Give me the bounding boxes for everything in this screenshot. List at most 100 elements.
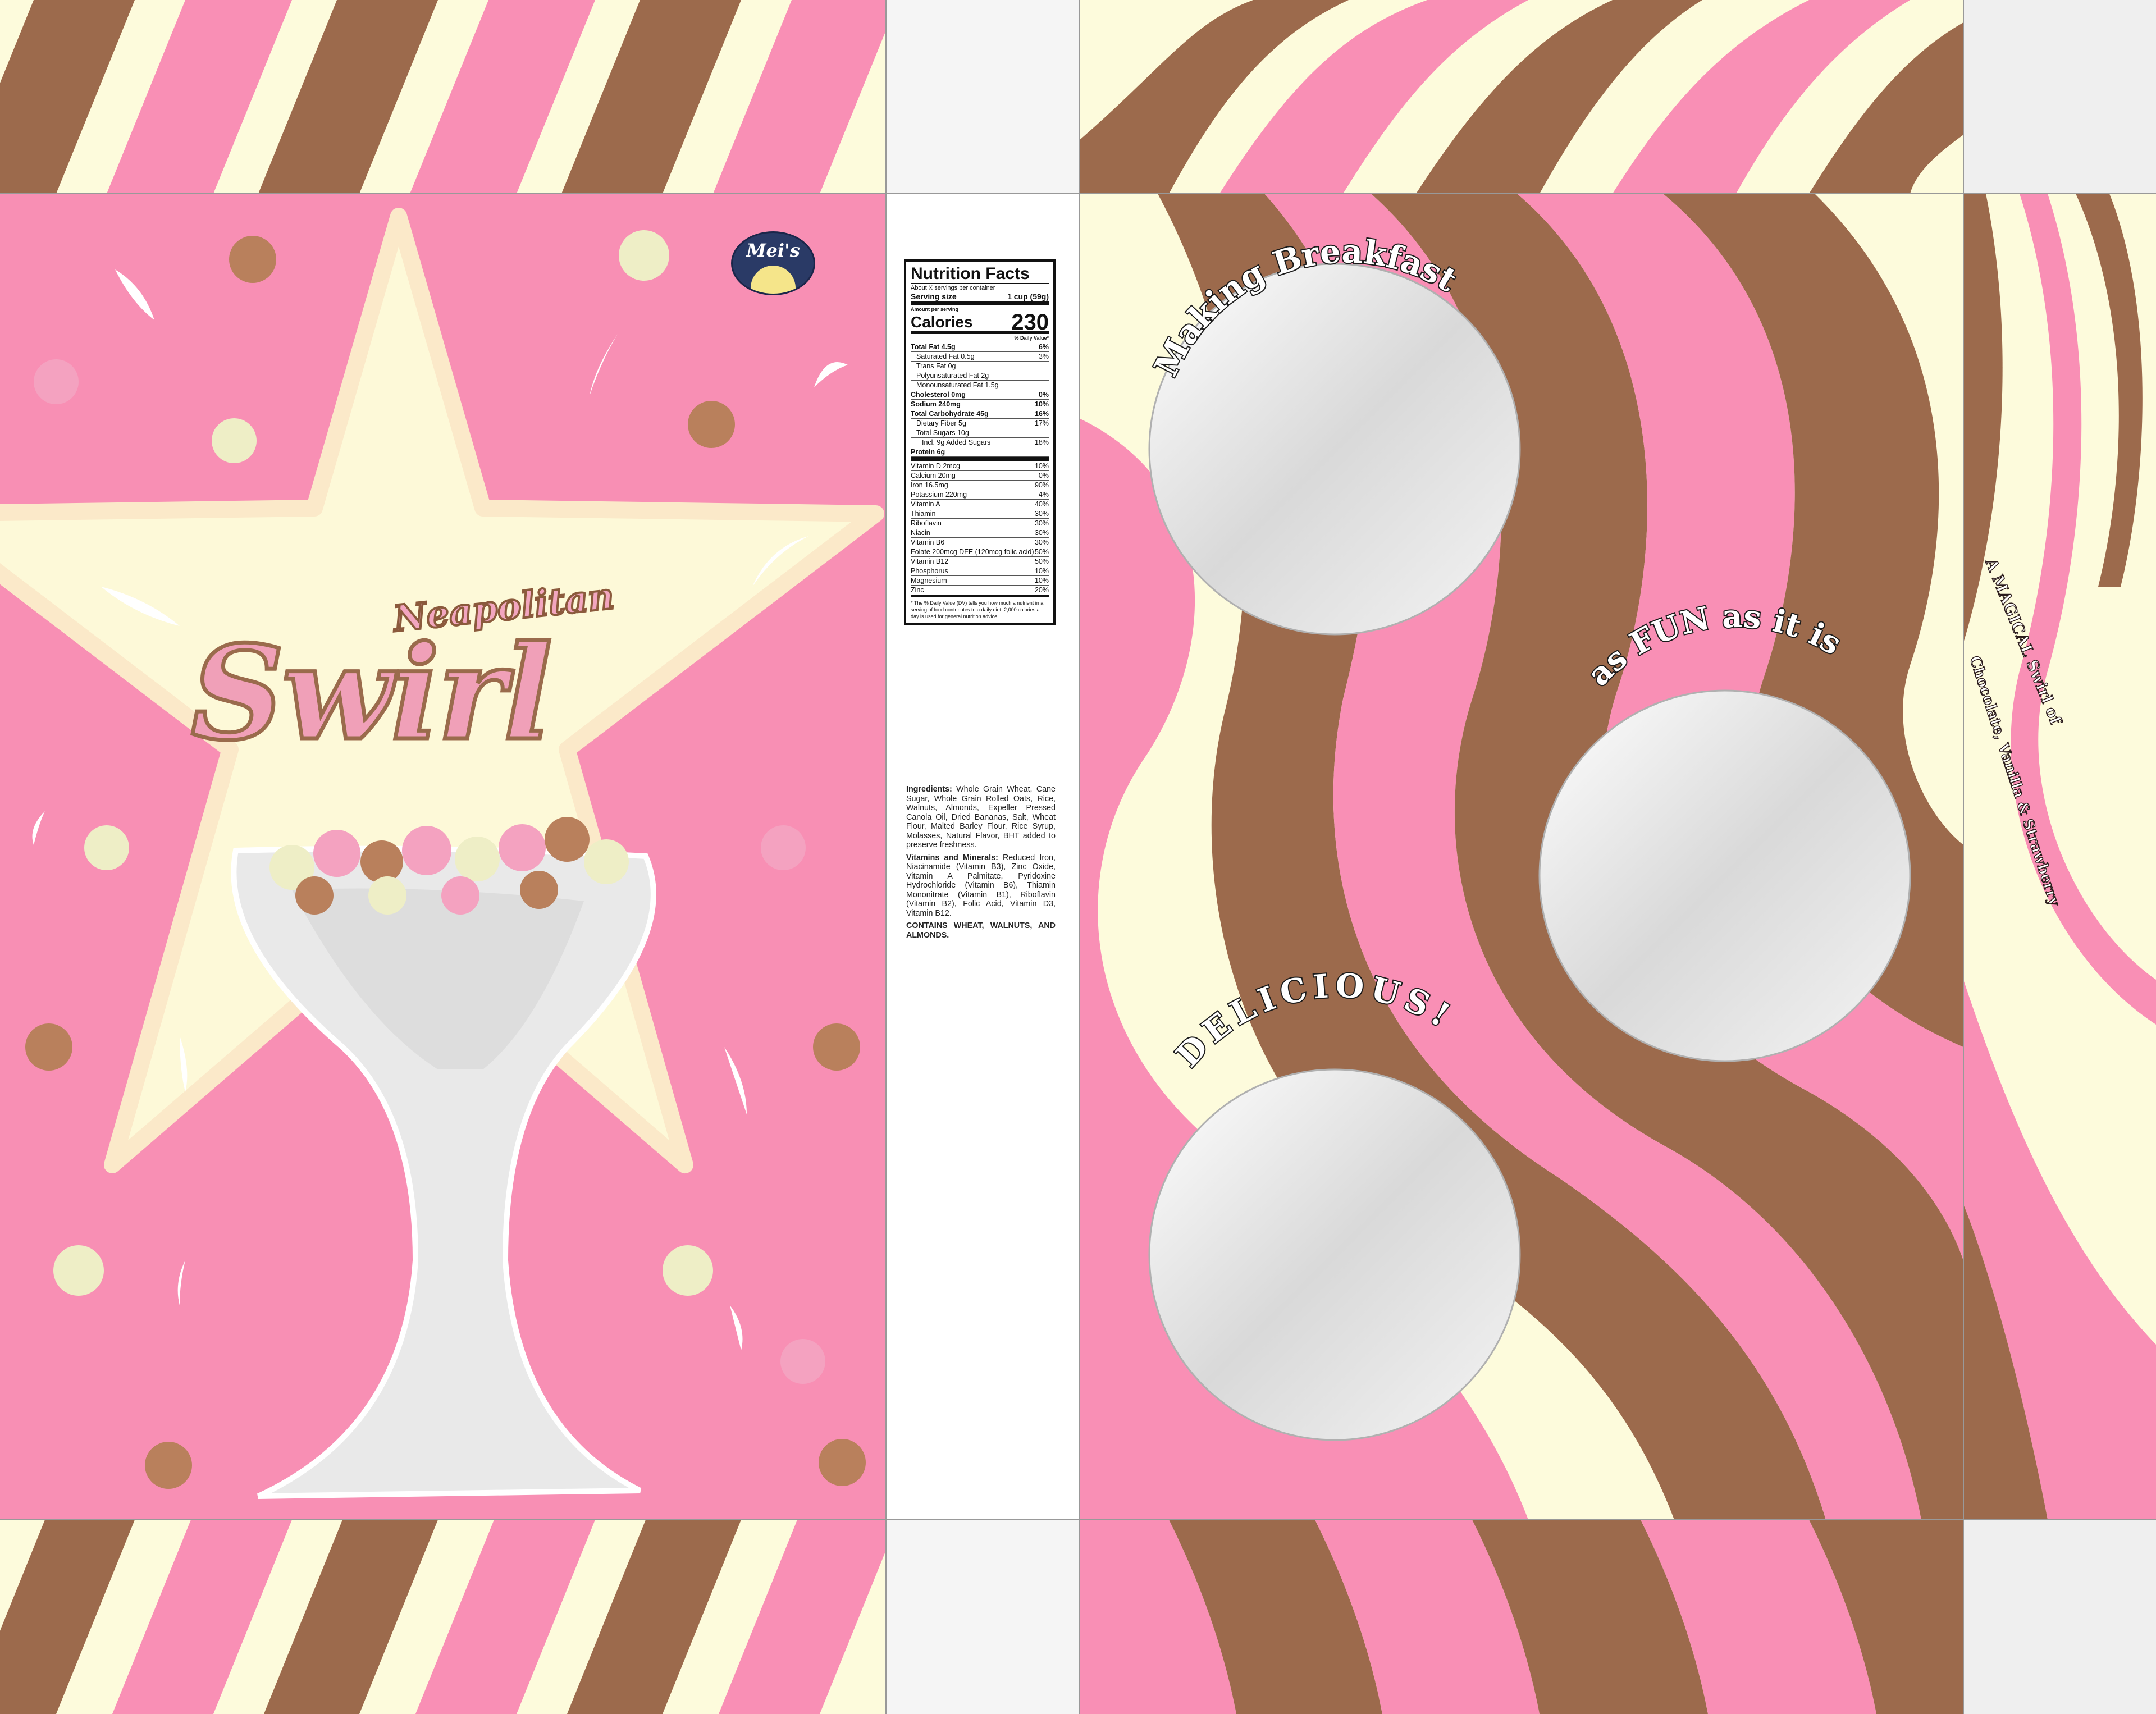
nutrient-dv: 0% (1038, 391, 1049, 399)
vitamin-row: Calcium 20mg 0% (911, 471, 1049, 481)
nutrient-row: Monounsaturated Fat 1.5g (911, 381, 1049, 390)
vitamin-label: Thiamin (911, 510, 936, 518)
vitamin-label: Vitamin A (911, 500, 940, 508)
vitamin-row: Riboflavin 30% (911, 519, 1049, 528)
bottom-flap-front (0, 1520, 886, 1714)
product-title-line2: Swirl (189, 618, 554, 769)
nutrient-label: Protein 6g (911, 448, 945, 456)
servings-per-container: About X servings per container (911, 285, 995, 291)
vitamin-row: Niacin 30% (911, 528, 1049, 538)
vitamin-label: Niacin (911, 529, 930, 537)
vitamin-row: Vitamin D 2mcg 10% (911, 461, 1049, 471)
ingredients-block: Ingredients: Whole Grain Wheat, Cane Sug… (906, 785, 1056, 943)
nutrient-row: Total Fat 4.5g 6% (911, 342, 1049, 352)
calories-value: 230 (1011, 310, 1049, 335)
vitamin-label: Calcium 20mg (911, 472, 956, 479)
vitamin-dv: 40% (1034, 500, 1049, 508)
vitamins-label: Vitamins and Minerals: (906, 853, 998, 862)
ingredients-text: Whole Grain Wheat, Cane Sugar, Whole Gra… (906, 785, 1056, 849)
vitamin-dv: 50% (1034, 557, 1049, 565)
ingredients-label: Ingredients: (906, 785, 952, 794)
vitamin-label: Vitamin B6 (911, 538, 945, 546)
brand-logo-text: Mei's (746, 240, 800, 261)
front-panel (0, 194, 886, 1520)
silver-circle-2 (1538, 689, 1911, 1062)
nutrient-dv: 18% (1034, 438, 1049, 446)
vitamin-label: Iron 16.5mg (911, 481, 948, 489)
nutrient-row: Total Carbohydrate 45g 16% (911, 409, 1049, 419)
vitamin-label: Folate 200mcg DFE (120mcg folic acid) (911, 548, 1034, 556)
nutrition-bottom-flap (886, 1520, 1079, 1714)
fold-line-top (0, 193, 2156, 194)
nutrient-label: Monounsaturated Fat 1.5g (916, 381, 999, 389)
nutrition-facts-label: Nutrition Facts About X servings per con… (904, 259, 1056, 625)
nutrient-row: Total Sugars 10g (911, 428, 1049, 438)
back-panel: Making Breakfast as FUN as it is DELICIO… (1079, 194, 1963, 1520)
vitamin-dv: 30% (1034, 519, 1049, 527)
vitamin-dv: 10% (1034, 462, 1049, 470)
nutrient-label: Total Fat 4.5g (911, 343, 956, 351)
vitamin-label: Magnesium (911, 577, 947, 584)
daily-value-footnote: * The % Daily Value (DV) tells you how m… (911, 600, 1044, 619)
calories-row: Calories 230 (911, 310, 1049, 335)
nutrient-label: Polyunsaturated Fat 2g (916, 372, 989, 380)
vitamin-label: Riboflavin (911, 519, 942, 527)
nutrient-label: Cholesterol 0mg (911, 391, 966, 399)
nutrient-label: Saturated Fat 0.5g (916, 353, 975, 360)
right-top-empty (1963, 0, 2156, 194)
nutrient-row: Trans Fat 0g (911, 362, 1049, 371)
nutrient-label: Trans Fat 0g (916, 362, 956, 370)
nutrient-label: Total Sugars 10g (916, 429, 969, 437)
nutrition-facts-title: Nutrition Facts (911, 265, 1049, 284)
nutrient-label: Total Carbohydrate 45g (911, 410, 989, 418)
fold-line-2 (1079, 0, 1080, 1714)
vitamin-row: Vitamin A 40% (911, 500, 1049, 509)
right-side-panel (1963, 194, 2156, 1520)
top-flap-front (0, 0, 886, 194)
vitamin-dv: 20% (1034, 586, 1049, 594)
nutrient-rows: Total Fat 4.5g 6% Saturated Fat 0.5g 3% Tran… (911, 342, 1049, 457)
nutrient-row: Dietary Fiber 5g 17% (911, 419, 1049, 428)
dieline-canvas: Mei's Neapolitan Swirl Nutrition Facts A… (0, 0, 2156, 1714)
daily-value-header: % Daily Value* (911, 334, 1049, 342)
nutrient-label: Incl. 9g Added Sugars (922, 438, 991, 446)
vitamins-text: Reduced Iron, Niacinamide (Vitamin B3), … (906, 853, 1056, 918)
nutrient-dv: 17% (1034, 419, 1049, 427)
vitamin-dv: 30% (1034, 529, 1049, 537)
vitamin-row: Thiamin 30% (911, 509, 1049, 519)
vitamin-row: Vitamin B6 30% (911, 538, 1049, 547)
nutrient-dv: 10% (1034, 400, 1049, 408)
vitamin-dv: 50% (1034, 548, 1049, 556)
top-flap-back (1079, 0, 1963, 194)
calories-label: Calories (911, 313, 973, 331)
nutrient-label: Sodium 240mg (911, 400, 961, 408)
vitamin-dv: 30% (1034, 510, 1049, 518)
nutrient-dv: 3% (1038, 353, 1049, 360)
bottom-flap-back (1079, 1520, 1963, 1714)
vitamin-rows: Vitamin D 2mcg 10% Calcium 20mg 0% Iron 16.5… (911, 461, 1049, 595)
nutrient-label: Dietary Fiber 5g (916, 419, 966, 427)
vitamin-dv: 10% (1034, 577, 1049, 584)
right-bottom-empty (1963, 1520, 2156, 1714)
vitamin-row: Potassium 220mg 4% (911, 490, 1049, 500)
vitamin-label: Vitamin B12 (911, 557, 949, 565)
vitamin-row: Phosphorus 10% (911, 566, 1049, 576)
serving-size-row: Serving size 1 cup (59g) (911, 292, 1049, 305)
vitamin-label: Potassium 220mg (911, 491, 967, 499)
nutrient-row: Saturated Fat 0.5g 3% (911, 352, 1049, 362)
vitamin-dv: 4% (1038, 491, 1049, 499)
nutrient-dv: 16% (1034, 410, 1049, 418)
serving-size-value: 1 cup (59g) (1007, 292, 1049, 301)
vitamin-label: Zinc (911, 586, 924, 594)
silver-circle-3 (1148, 1068, 1521, 1441)
sun-icon (751, 266, 796, 294)
brand-logo: Mei's (731, 231, 815, 295)
serving-size-label: Serving size (911, 292, 957, 301)
nutrition-top-flap (886, 0, 1079, 194)
nutrient-row: Polyunsaturated Fat 2g (911, 371, 1049, 381)
vitamin-row: Vitamin B12 50% (911, 557, 1049, 566)
vitamin-row: Iron 16.5mg 90% (911, 481, 1049, 490)
vitamin-dv: 10% (1034, 567, 1049, 575)
nutrient-row: Incl. 9g Added Sugars 18% (911, 438, 1049, 447)
vitamin-label: Vitamin D 2mcg (911, 462, 960, 470)
